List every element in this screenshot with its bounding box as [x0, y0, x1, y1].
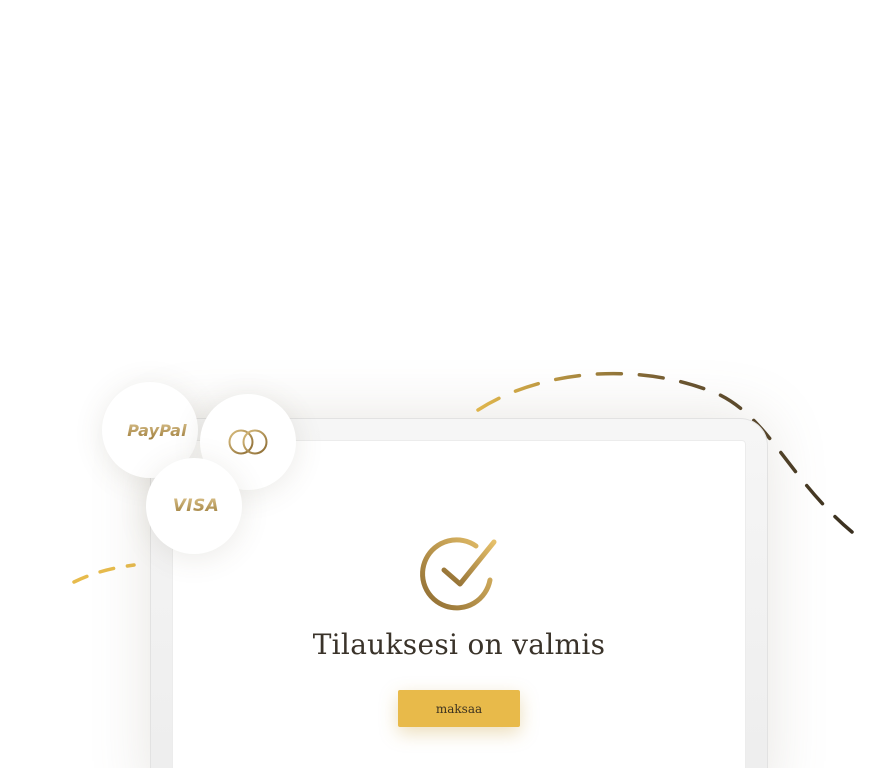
check-circle-icon	[420, 537, 497, 611]
payment-success-illustration: Tilauksesi on valmis maksaa PayPal VISA	[0, 0, 884, 768]
visa-badge: VISA	[146, 458, 242, 554]
mastercard-icon	[228, 429, 268, 455]
pay-button[interactable]: maksaa	[398, 690, 520, 727]
order-complete-title: Tilauksesi on valmis	[312, 628, 606, 661]
paypal-logo: PayPal	[127, 420, 187, 440]
dashed-line-left	[72, 563, 136, 584]
visa-logo: VISA	[172, 496, 220, 516]
